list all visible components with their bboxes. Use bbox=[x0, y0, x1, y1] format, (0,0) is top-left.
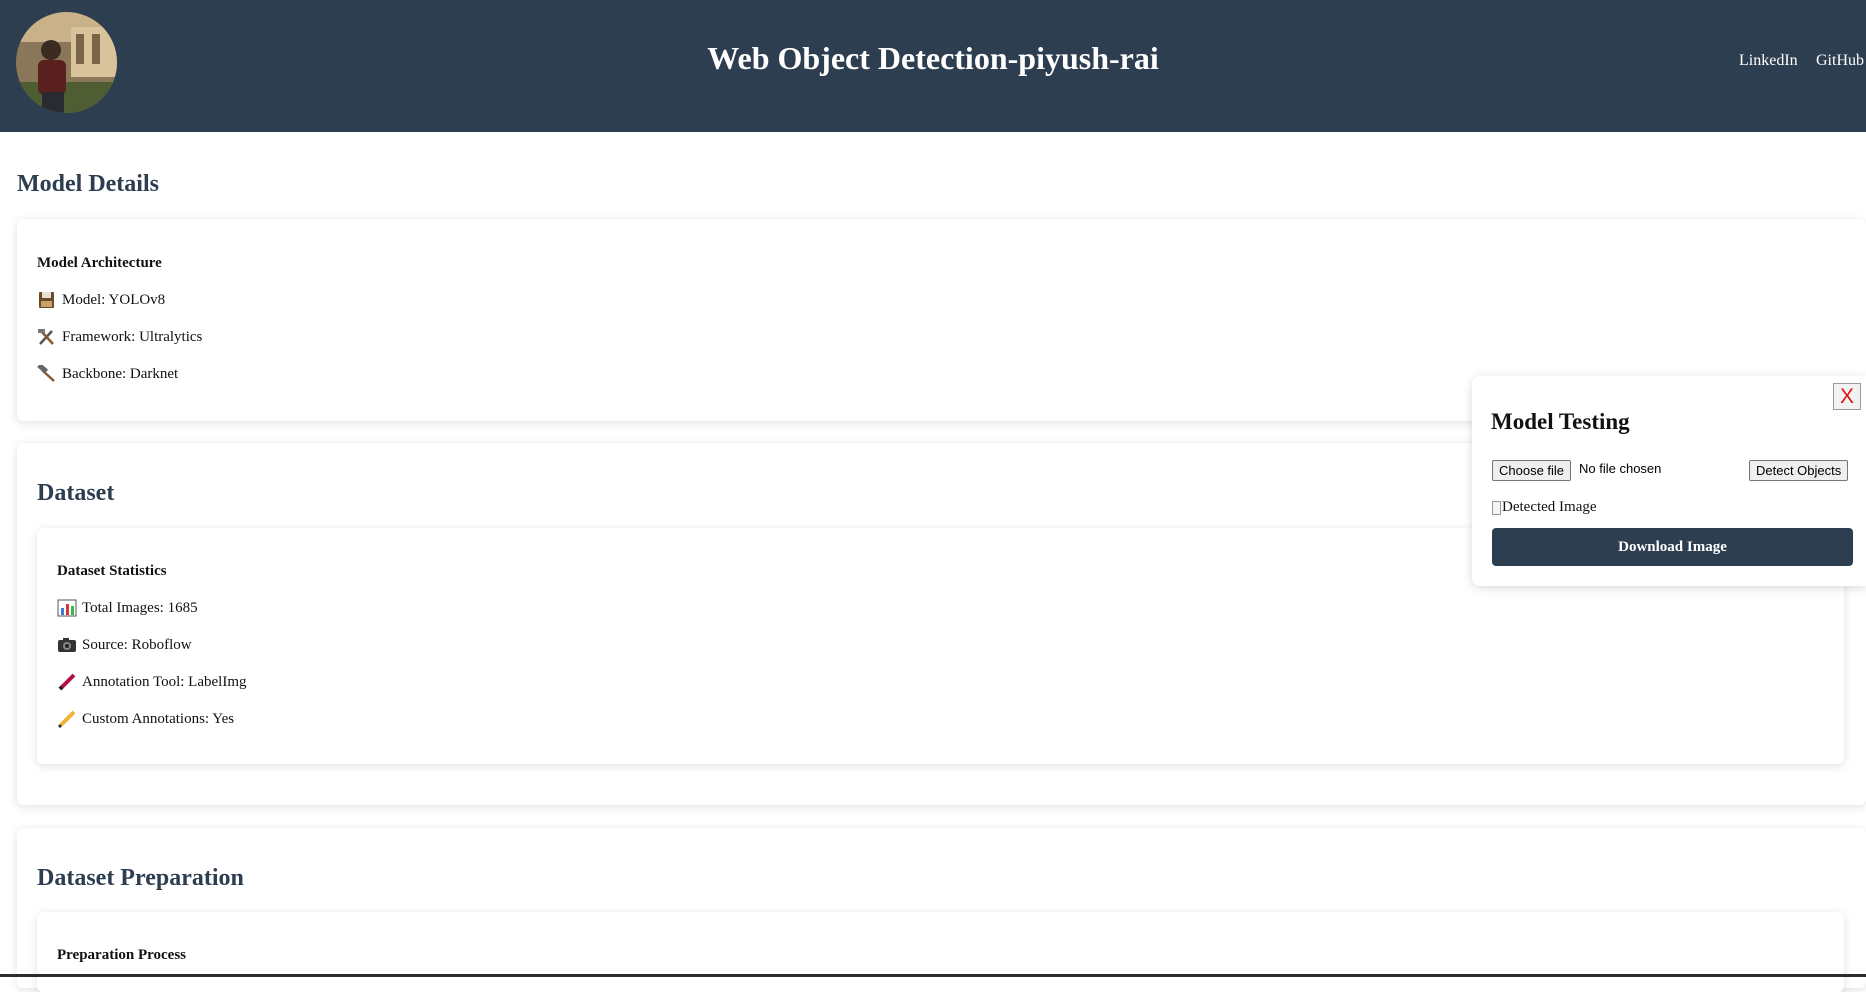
list-item: Model: YOLOv8 bbox=[37, 291, 165, 309]
camera-icon bbox=[57, 636, 77, 654]
nav-link-github[interactable]: GitHub bbox=[1816, 52, 1864, 70]
file-status-text: No file chosen bbox=[1579, 461, 1662, 476]
list-item: Source: Roboflow bbox=[57, 636, 192, 654]
model-testing-title: Model Testing bbox=[1491, 409, 1630, 434]
list-item: Total Images: 1685 bbox=[57, 599, 198, 617]
list-item: Framework: Ultralytics bbox=[37, 328, 202, 346]
close-button[interactable]: X bbox=[1833, 383, 1861, 410]
site-title: Web Object Detection-piyush-rai bbox=[707, 40, 1159, 76]
detected-image: Detected Image bbox=[1492, 499, 1597, 516]
site-header: Web Object Detection-piyush-rai LinkedIn… bbox=[0, 0, 1866, 132]
broken-image-icon bbox=[1492, 500, 1501, 515]
list-item: Backbone: Darknet bbox=[37, 363, 178, 383]
preparation-process-heading: Preparation Process bbox=[57, 947, 187, 963]
choose-file-button[interactable]: Choose file bbox=[1492, 460, 1572, 481]
model-architecture-heading: Model Architecture bbox=[37, 255, 162, 271]
bar-chart-icon bbox=[57, 599, 77, 617]
dataset-preparation-title: Dataset Preparation bbox=[37, 865, 244, 891]
floppy-disk-icon bbox=[37, 291, 57, 309]
dataset-statistics-heading: Dataset Statistics bbox=[57, 563, 167, 579]
hammer-icon bbox=[37, 363, 57, 383]
dataset-title: Dataset bbox=[37, 480, 115, 506]
list-item: Custom Annotations: Yes bbox=[57, 710, 234, 729]
preparation-process-card bbox=[37, 912, 1844, 992]
model-details-title: Model Details bbox=[17, 171, 159, 197]
detect-objects-button[interactable]: Detect Objects bbox=[1749, 460, 1849, 481]
pen-icon bbox=[57, 673, 77, 691]
hammer-and-wrench-icon bbox=[37, 328, 57, 346]
list-item: Annotation Tool: LabelImg bbox=[57, 673, 246, 691]
nav-link-linkedin[interactable]: LinkedIn bbox=[1739, 52, 1798, 70]
download-image-button[interactable]: Download Image bbox=[1492, 528, 1853, 566]
pencil-icon bbox=[57, 710, 77, 729]
